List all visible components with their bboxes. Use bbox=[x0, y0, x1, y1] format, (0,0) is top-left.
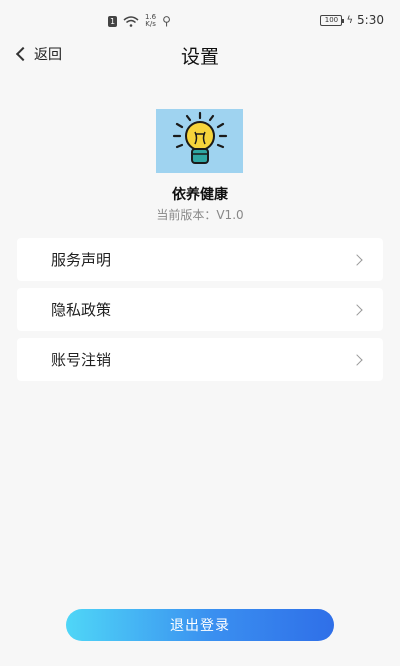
back-button[interactable]: 返回 bbox=[14, 44, 62, 64]
settings-item-label: 账号注销 bbox=[51, 351, 112, 369]
logout-button[interactable]: 退出登录 bbox=[66, 609, 334, 641]
settings-item-label: 隐私政策 bbox=[51, 301, 112, 319]
battery-icon: 100 bbox=[320, 14, 345, 26]
nav-bar: 返回 设置 bbox=[0, 40, 400, 72]
clock: 5:30 bbox=[357, 13, 384, 27]
settings-item-privacy-policy[interactable]: 隐私政策 bbox=[17, 288, 383, 331]
network-speed: 1.6 K/s bbox=[145, 14, 156, 28]
settings-list: 服务声明 隐私政策 账号注销 bbox=[17, 238, 383, 388]
sim-icon: 1 bbox=[108, 15, 117, 27]
app-name: 依养健康 bbox=[172, 187, 228, 203]
app-logo bbox=[156, 109, 243, 173]
charging-icon: ϟ bbox=[346, 14, 354, 26]
status-bar: 1 1.6 K/s ⚲ 100 ϟ 5:30 bbox=[0, 0, 400, 40]
chevron-right-icon bbox=[351, 303, 363, 316]
lightbulb-icon bbox=[172, 111, 227, 164]
settings-item-service-statement[interactable]: 服务声明 bbox=[17, 238, 383, 281]
status-right: 100 ϟ 5:30 bbox=[320, 13, 384, 27]
app-version: 当前版本：V1.0 bbox=[156, 208, 244, 222]
back-label: 返回 bbox=[34, 47, 62, 63]
chevron-right-icon bbox=[351, 353, 363, 366]
status-indicators: 1 1.6 K/s ⚲ bbox=[108, 14, 171, 28]
chevron-right-icon bbox=[351, 253, 363, 266]
settings-item-label: 服务声明 bbox=[51, 251, 112, 269]
settings-item-account-deletion[interactable]: 账号注销 bbox=[17, 338, 383, 381]
chevron-left-icon bbox=[15, 46, 31, 62]
speed-unit: K/s bbox=[145, 20, 156, 28]
usb-icon: ⚲ bbox=[162, 14, 171, 28]
wifi-icon bbox=[123, 15, 139, 27]
